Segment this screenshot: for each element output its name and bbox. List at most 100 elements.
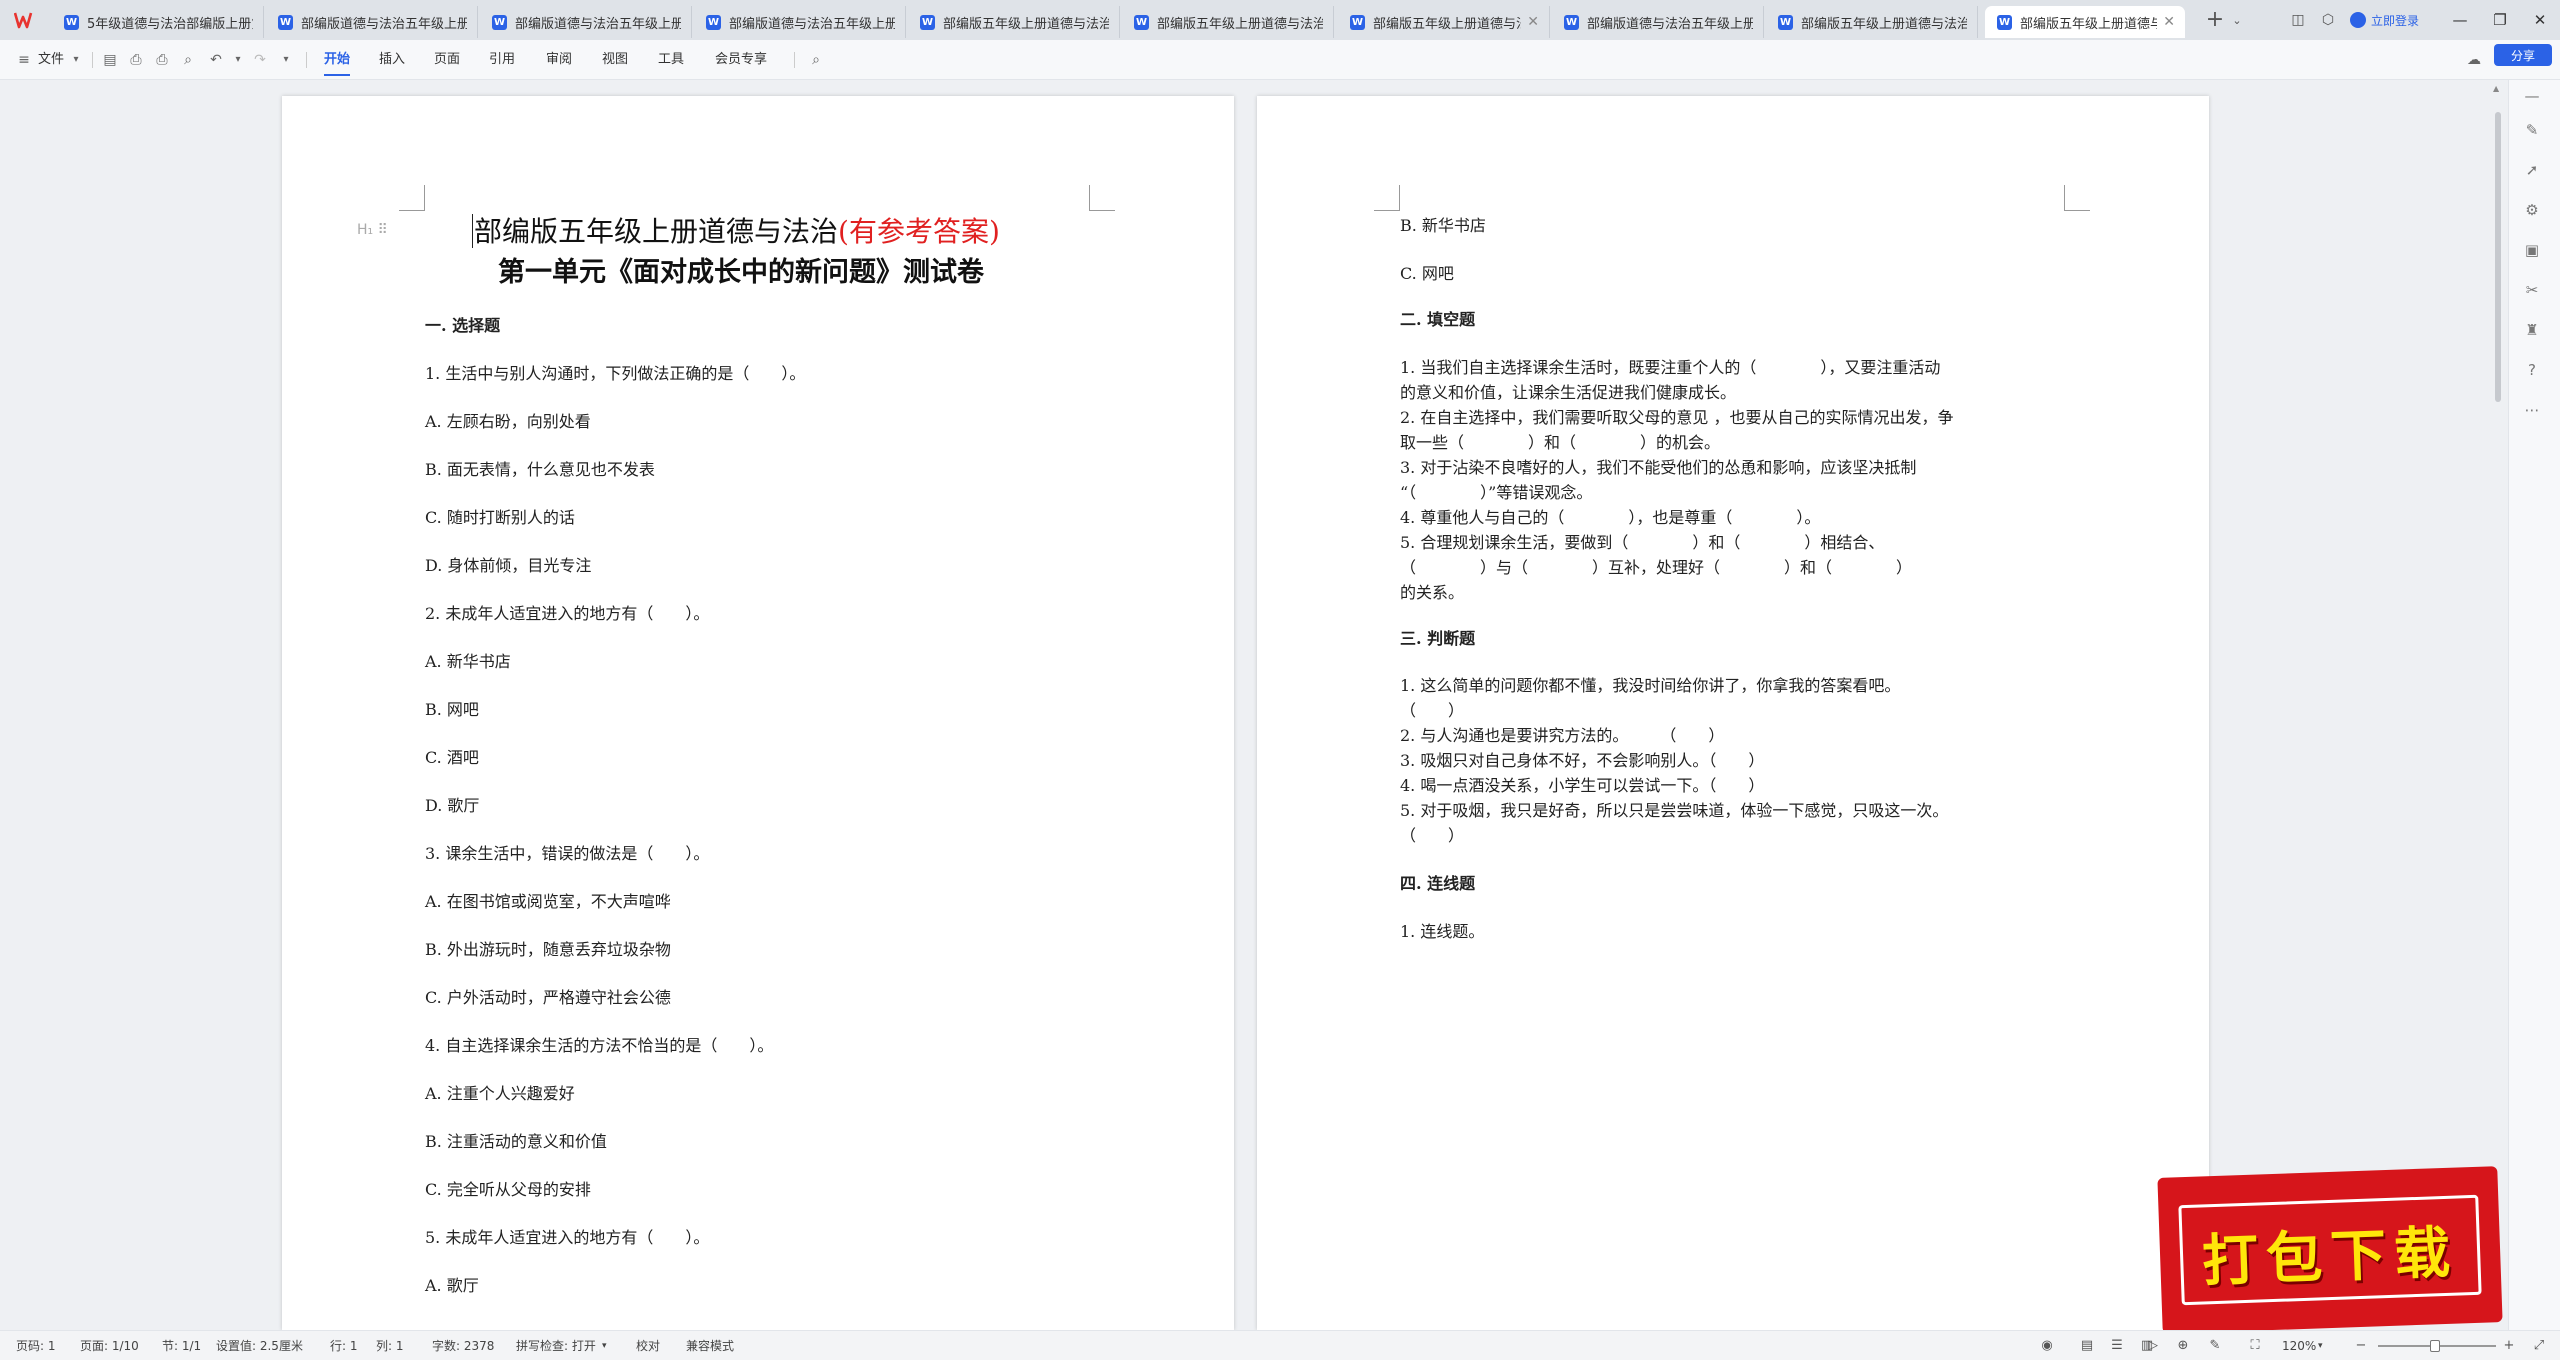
question-line[interactable]: B. 新华书店 (1400, 212, 1486, 236)
question-line[interactable]: 1. 生活中与别人沟通时，下列做法正确的是（ ）。 (425, 360, 805, 384)
download-pack-banner[interactable]: 打包下载 (2157, 1166, 2503, 1334)
status-spellcheck[interactable]: 拼写检查: 打开 (516, 1338, 596, 1354)
question-line[interactable]: （ ） (1400, 697, 1464, 721)
status-pages[interactable]: 页面: 1/10 (80, 1338, 139, 1354)
question-line[interactable]: C. 酒吧 (425, 744, 479, 768)
zoom-out-icon[interactable]: − (2352, 1337, 2370, 1355)
wps-logo-icon[interactable] (10, 8, 40, 32)
tab-member[interactable]: 会员专享 (715, 48, 767, 72)
question-line[interactable]: （ ） (1400, 822, 1464, 846)
share-button[interactable]: 分享 (2494, 44, 2552, 66)
page-view-icon[interactable]: ▤ (2078, 1337, 2096, 1355)
close-icon[interactable]: ✕ (2163, 14, 2175, 30)
print-preview-icon[interactable]: ⌕ (178, 50, 198, 70)
question-line[interactable]: 的关系。 (1400, 579, 1464, 603)
question-line[interactable]: 的意义和价值，让课余生活促进我们健康成长。 (1400, 379, 1736, 403)
question-line[interactable]: 5. 对于吸烟，我只是好奇，所以只是尝尝味道，体验一下感觉，只吸这一次。 (1400, 797, 1948, 821)
file-menu[interactable]: 文件 (38, 48, 64, 72)
question-line[interactable]: D. 歌厅 (425, 792, 479, 816)
question-line[interactable]: “（ ）”等错误观念。 (1400, 479, 1592, 503)
status-section[interactable]: 节: 1/1 (162, 1338, 201, 1354)
image-icon[interactable]: ▣ (2520, 238, 2544, 262)
fullscreen-icon[interactable]: ⤢ (2530, 1337, 2548, 1355)
zoom-slider-knob[interactable] (2430, 1340, 2440, 1352)
vertical-scrollbar[interactable]: ▲ (2490, 80, 2506, 1330)
new-tab-button[interactable]: + (2202, 6, 2228, 36)
section-heading[interactable]: 一. 选择题 (425, 312, 500, 336)
tab-review[interactable]: 审阅 (546, 48, 572, 72)
question-line[interactable]: A. 注重个人兴趣爱好 (425, 1080, 575, 1104)
outline-view-icon[interactable]: ☰ (2108, 1337, 2126, 1355)
status-page[interactable]: 页码: 1 (16, 1338, 56, 1354)
tab-document[interactable]: W 部编版五年级上册道德与法治第 (908, 6, 1120, 38)
export-pdf-icon[interactable]: ⎙ (126, 50, 146, 70)
question-line[interactable]: A. 左顾右盼，向别处看 (425, 408, 591, 432)
question-line[interactable]: （ ）与（ ）互补，处理好（ ）和（ ） (1400, 554, 1912, 578)
chevron-down-icon[interactable]: ▾ (602, 1338, 607, 1354)
close-icon[interactable]: ✕ (1527, 14, 1539, 30)
eye-icon[interactable]: ◉ (2038, 1337, 2056, 1355)
sliders-icon[interactable]: ⚙ (2520, 198, 2544, 222)
question-line[interactable]: 2. 在自主选择中，我们需要听取父母的意见 ，也要从自己的实际情况出发，争 (1400, 404, 1953, 428)
status-words[interactable]: 字数: 2378 (432, 1338, 494, 1354)
tab-document[interactable]: W 部编版道德与法治五年级上册第 (694, 6, 906, 38)
help-icon[interactable]: ? (2520, 358, 2544, 382)
tab-document[interactable]: W 部编版道德与法治五年级上册第 (266, 6, 478, 38)
tools-icon[interactable]: ✂ (2520, 278, 2544, 302)
status-col[interactable]: 列: 1 (376, 1338, 404, 1354)
pen-icon[interactable]: ✎ (2520, 118, 2544, 142)
question-line[interactable]: A. 在图书馆或阅览室，不大声喧哗 (425, 888, 671, 912)
save-icon[interactable]: ▤ (100, 50, 120, 70)
search-icon[interactable]: ⌕ (806, 50, 826, 70)
pointer-icon[interactable]: ➚ (2520, 158, 2544, 182)
scrollbar-thumb[interactable] (2495, 112, 2501, 402)
login-button[interactable]: 立即登录 (2350, 8, 2419, 32)
question-line[interactable]: 4. 喝一点酒没关系，小学生可以尝试一下。（ ） (1400, 772, 1764, 796)
status-setting[interactable]: 设置值: 2.5厘米 (216, 1338, 303, 1354)
question-line[interactable]: 1. 这么简单的问题你都不懂，我没时间给你讲了，你拿我的答案看吧。 (1400, 672, 1900, 696)
zoom-level[interactable]: 120% (2282, 1338, 2316, 1354)
question-line[interactable]: A. 新华书店 (425, 648, 511, 672)
question-line[interactable]: A. 歌厅 (425, 1272, 479, 1296)
print-icon[interactable]: ⎙ (152, 50, 172, 70)
shirt-icon[interactable]: ♜ (2520, 318, 2544, 342)
cloud-icon[interactable]: ☁ (2464, 50, 2484, 70)
question-line[interactable]: 3. 课余生活中，错误的做法是（ ）。 (425, 840, 709, 864)
chevron-down-icon[interactable]: ▾ (2318, 1338, 2323, 1354)
restore-button[interactable]: ❐ (2480, 6, 2520, 34)
minimize-button[interactable]: — (2440, 6, 2480, 34)
question-line[interactable]: 3. 吸烟只对自己身体不好，不会影响别人。（ ） (1400, 747, 1764, 771)
tab-document[interactable]: W 部编版五年级上册道德与法治第 (1122, 6, 1334, 38)
section-heading[interactable]: 三. 判断题 (1400, 625, 1475, 649)
question-line[interactable]: B. 注重活动的意义和价值 (425, 1128, 607, 1152)
section-heading[interactable]: 四. 连线题 (1400, 870, 1475, 894)
status-compat-mode[interactable]: 兼容模式 (686, 1338, 734, 1354)
tab-document[interactable]: W 部编版五年级上册道德与法治第 (1766, 6, 1978, 38)
section-heading[interactable]: 二. 填空题 (1400, 306, 1475, 330)
chevron-down-icon[interactable]: ▾ (228, 50, 248, 70)
question-line[interactable]: 4. 自主选择课余生活的方法不恰当的是（ ）。 (425, 1032, 773, 1056)
tab-view[interactable]: 视图 (602, 48, 628, 72)
question-line[interactable]: C. 随时打断别人的话 (425, 504, 575, 528)
redo-icon[interactable]: ↷ (250, 50, 270, 70)
play-icon[interactable]: ▷ (2144, 1337, 2162, 1355)
question-line[interactable]: 取一些（ ）和（ ）的机会。 (1400, 429, 1720, 453)
pen-icon[interactable]: ✎ (2206, 1337, 2224, 1355)
status-proofread[interactable]: 校对 (636, 1338, 660, 1354)
question-line[interactable]: 2. 未成年人适宜进入的地方有（ ）。 (425, 600, 709, 624)
question-line[interactable]: B. 面无表情，什么意见也不发表 (425, 456, 655, 480)
undo-icon[interactable]: ↶ (206, 50, 226, 70)
tab-document[interactable]: W 5年级道德与法治部编版上册第1 (52, 6, 264, 38)
doc-subtitle[interactable]: 第一单元《面对成长中的新问题》测试卷 (498, 250, 984, 289)
fit-page-icon[interactable]: ⛶ (2246, 1337, 2264, 1355)
collapse-icon[interactable]: — (2520, 84, 2544, 108)
question-line[interactable]: 5. 未成年人适宜进入的地方有（ ）。 (425, 1224, 709, 1248)
tab-document[interactable]: W 部编版道德与法治五年级上册第 (480, 6, 692, 38)
question-line[interactable]: C. 完全听从父母的安排 (425, 1176, 591, 1200)
close-button[interactable]: ✕ (2520, 6, 2560, 34)
more-icon[interactable]: ⋯ (2520, 398, 2544, 422)
question-line[interactable]: 4. 尊重他人与自己的（ ），也是尊重（ ）。 (1400, 504, 1820, 528)
question-line[interactable]: C. 网吧 (1400, 260, 1454, 284)
heading-marker-icon[interactable]: H₁ ⠿ (357, 222, 388, 238)
hamburger-icon[interactable]: ≡ (14, 50, 34, 70)
